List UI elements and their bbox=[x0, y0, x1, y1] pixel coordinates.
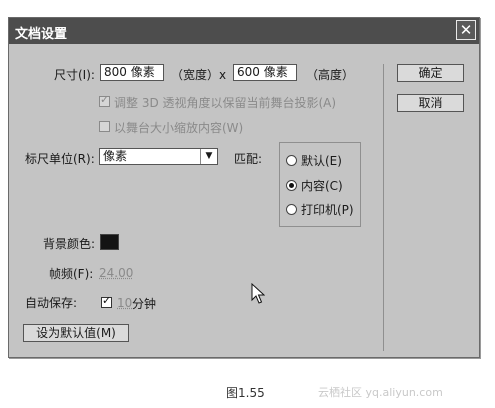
autosave-value[interactable]: 10 bbox=[117, 296, 132, 310]
watermark: 云栖社区 yq.aliyun.com bbox=[318, 386, 443, 399]
ok-button[interactable]: 确定 bbox=[397, 64, 464, 82]
scale-content-label: 以舞台大小缩放内容(W) bbox=[114, 121, 244, 135]
ruler-units-value: 像素 bbox=[103, 149, 128, 163]
adjust-3d-label: 调整 3D 透视角度以保留当前舞台投影(A) bbox=[114, 96, 337, 110]
figure-caption: 图1.55 bbox=[226, 386, 265, 400]
size-label: 尺寸(I): bbox=[54, 68, 95, 82]
title-bar[interactable]: 文档设置 ✕ bbox=[9, 18, 479, 44]
match-group: 默认(E) 内容(C) 打印机(P) bbox=[279, 142, 361, 227]
bg-color-swatch[interactable] bbox=[100, 234, 119, 250]
cancel-button[interactable]: 取消 bbox=[397, 94, 464, 112]
bg-color-label: 背景颜色: bbox=[43, 237, 96, 251]
width-input[interactable]: 800 像素 bbox=[100, 64, 164, 81]
match-default-label: 默认(E) bbox=[301, 154, 342, 168]
height-label: （高度） bbox=[306, 68, 355, 82]
chevron-down-icon: ▼ bbox=[200, 149, 217, 164]
adjust-3d-checkbox[interactable] bbox=[99, 93, 110, 107]
close-icon: ✕ bbox=[459, 21, 473, 39]
scale-content-checkbox[interactable] bbox=[99, 121, 110, 132]
document-settings-dialog: 文档设置 ✕ 尺寸(I): 800 像素 （宽度）x 600 像素 （高度） 调… bbox=[8, 17, 480, 358]
height-input[interactable]: 600 像素 bbox=[233, 64, 297, 81]
ruler-units-label: 标尺单位(R): bbox=[25, 152, 95, 166]
close-button[interactable]: ✕ bbox=[456, 20, 476, 40]
match-content-label: 内容(C) bbox=[301, 179, 343, 193]
width-label: （宽度）x bbox=[171, 68, 227, 82]
match-content-radio[interactable] bbox=[286, 180, 297, 191]
match-printer-label: 打印机(P) bbox=[301, 203, 354, 217]
mouse-cursor-icon bbox=[251, 283, 265, 304]
match-printer-radio[interactable] bbox=[286, 204, 297, 215]
make-default-button[interactable]: 设为默认值(M) bbox=[23, 324, 129, 342]
divider bbox=[383, 64, 384, 351]
ruler-units-select[interactable]: 像素 ▼ bbox=[99, 148, 218, 165]
autosave-unit: 分钟 bbox=[132, 297, 157, 311]
autosave-checkbox[interactable] bbox=[101, 294, 112, 308]
match-label: 匹配: bbox=[234, 152, 263, 166]
autosave-label: 自动保存: bbox=[25, 296, 78, 310]
frame-rate-value[interactable]: 24.00 bbox=[99, 266, 133, 280]
frame-rate-label: 帧频(F): bbox=[49, 267, 94, 281]
match-default-radio[interactable] bbox=[286, 155, 297, 166]
dialog-title: 文档设置 bbox=[15, 27, 68, 42]
